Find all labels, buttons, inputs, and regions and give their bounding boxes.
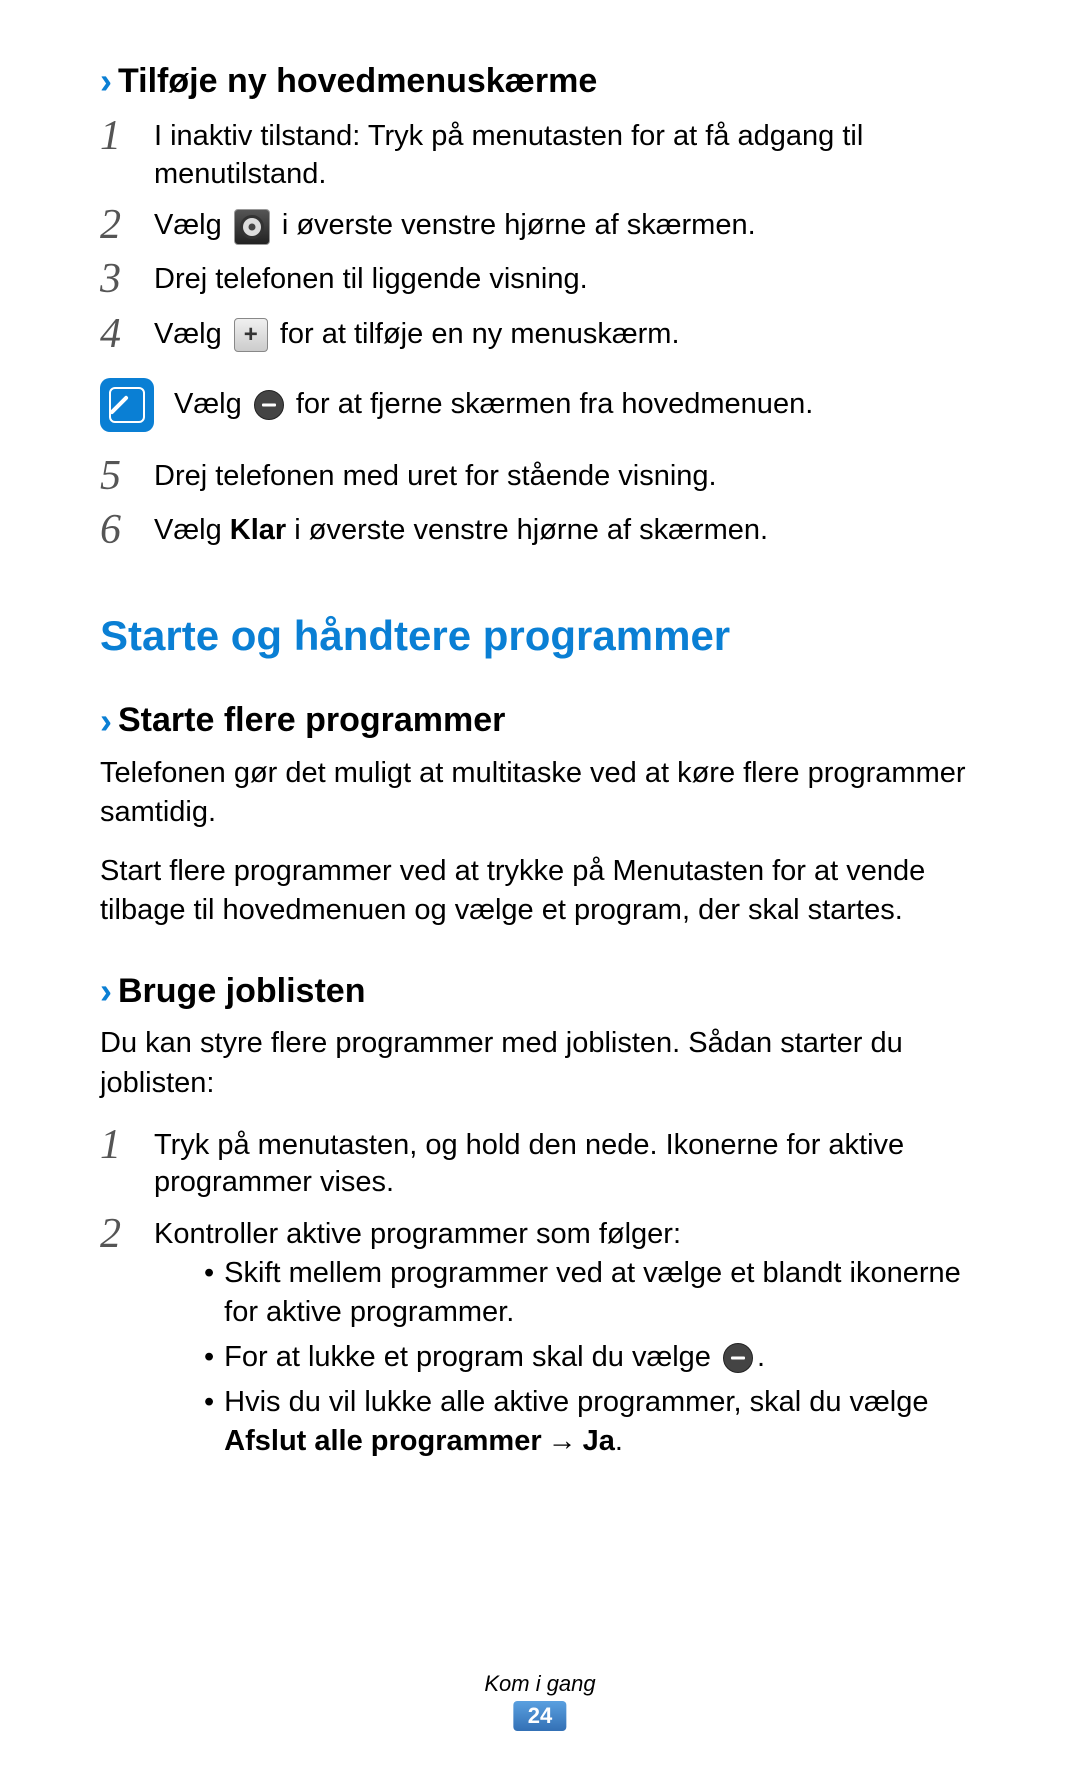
- text-part: Vælg: [174, 388, 242, 420]
- step-text: Vælg + for at tilføje en ny menuskærm.: [154, 312, 980, 354]
- text-part: Kontroller aktive programmer som følger:: [154, 1216, 980, 1254]
- text-part: For at lukke et program skal du vælge: [224, 1341, 711, 1373]
- text-part: i øverste venstre hjørne af skærmen.: [286, 514, 768, 546]
- text-part: Vælg: [154, 514, 230, 546]
- paragraph: Telefonen gør det muligt at multitaske v…: [100, 754, 980, 832]
- step-text: Tryk på menutasten, og hold den nede. Ik…: [154, 1123, 980, 1202]
- text-bold: Ja: [583, 1425, 615, 1457]
- pen-icon: [109, 387, 145, 423]
- step-number: 2: [100, 203, 148, 247]
- section-heading-add-menu: › Tilføje ny hovedmenuskærme: [100, 60, 980, 102]
- chevron-icon: ›: [100, 970, 112, 1012]
- footer-chapter: Kom i gang: [484, 1671, 595, 1697]
- step-1: 1 I inaktiv tilstand: Tryk på menutasten…: [100, 114, 980, 193]
- step-text: Vælg i øverste venstre hjørne af skærmen…: [154, 203, 980, 245]
- text-part: Vælg: [154, 318, 222, 350]
- bullet-dot: •: [204, 1254, 214, 1332]
- step-5: 5 Drej telefonen med uret for stående vi…: [100, 454, 980, 498]
- heading-text: Tilføje ny hovedmenuskærme: [118, 62, 597, 101]
- text-part: for at tilføje en ny menuskærm.: [280, 318, 680, 350]
- note-box: Vælg for at fjerne skærmen fra hovedmenu…: [100, 378, 980, 432]
- step-1: 1 Tryk på menutasten, og hold den nede. …: [100, 1123, 980, 1202]
- step-list: 1 Tryk på menutasten, og hold den nede. …: [100, 1123, 980, 1468]
- text-bold: Klar: [230, 514, 286, 546]
- text-part: i øverste venstre hjørne af skærmen.: [282, 209, 756, 241]
- gear-icon: [234, 209, 270, 245]
- step-3: 3 Drej telefonen til liggende visning.: [100, 257, 980, 301]
- step-list: 5 Drej telefonen med uret for stående vi…: [100, 454, 980, 552]
- step-2: 2 Kontroller aktive programmer som følge…: [100, 1212, 980, 1467]
- chevron-icon: ›: [100, 700, 112, 742]
- section-heading-joblist: › Bruge joblisten: [100, 970, 980, 1012]
- step-number: 1: [100, 1123, 148, 1167]
- step-number: 3: [100, 257, 148, 301]
- text-part: .: [757, 1341, 765, 1373]
- step-text: Drej telefonen med uret for stående visn…: [154, 454, 980, 496]
- bullet-text: For at lukke et program skal du vælge .: [224, 1338, 765, 1377]
- step-list: 1 I inaktiv tilstand: Tryk på menutasten…: [100, 114, 980, 356]
- footer: Kom i gang 24: [484, 1671, 595, 1731]
- step-2: 2 Vælg i øverste venstre hjørne af skærm…: [100, 203, 980, 247]
- bullet-dot: •: [204, 1383, 214, 1461]
- minus-icon: [254, 390, 284, 420]
- heading-text: Bruge joblisten: [118, 972, 365, 1011]
- heading-text: Starte flere programmer: [118, 701, 505, 740]
- bullet-item: • For at lukke et program skal du vælge …: [204, 1338, 980, 1377]
- bullet-text: Hvis du vil lukke alle aktive programmer…: [224, 1383, 980, 1461]
- paragraph: Du kan styre flere programmer med joblis…: [100, 1024, 980, 1102]
- plus-icon: +: [234, 318, 268, 352]
- step-text: I inaktiv tilstand: Tryk på menutasten f…: [154, 114, 980, 193]
- note-text: Vælg for at fjerne skærmen fra hovedmenu…: [174, 386, 813, 424]
- paragraph: Start flere programmer ved at trykke på …: [100, 852, 980, 930]
- minus-icon: [723, 1343, 753, 1373]
- note-icon: [100, 378, 154, 432]
- step-number: 5: [100, 454, 148, 498]
- step-6: 6 Vælg Klar i øverste venstre hjørne af …: [100, 508, 980, 552]
- arrow-icon: →: [548, 1425, 577, 1457]
- bullet-text: Skift mellem programmer ved at vælge et …: [224, 1254, 980, 1332]
- step-4: 4 Vælg + for at tilføje en ny menuskærm.: [100, 312, 980, 356]
- text-part: Hvis du vil lukke alle aktive programmer…: [224, 1386, 928, 1418]
- step-text: Vælg Klar i øverste venstre hjørne af sk…: [154, 508, 980, 550]
- step-text: Kontroller aktive programmer som følger:…: [154, 1212, 980, 1467]
- text-bold: Afslut alle programmer: [224, 1425, 541, 1457]
- chevron-icon: ›: [100, 60, 112, 102]
- step-number: 4: [100, 312, 148, 356]
- bullet-item: • Hvis du vil lukke alle aktive programm…: [204, 1383, 980, 1461]
- step-text: Drej telefonen til liggende visning.: [154, 257, 980, 299]
- text-part: for at fjerne skærmen fra hovedmenuen.: [296, 388, 813, 420]
- text-part: .: [615, 1425, 623, 1457]
- text-part: Vælg: [154, 209, 222, 241]
- bullet-item: • Skift mellem programmer ved at vælge e…: [204, 1254, 980, 1332]
- bullet-dot: •: [204, 1338, 214, 1377]
- step-number: 2: [100, 1212, 148, 1256]
- section-heading-start-multiple: › Starte flere programmer: [100, 700, 980, 742]
- step-number: 6: [100, 508, 148, 552]
- step-number: 1: [100, 114, 148, 158]
- main-heading: Starte og håndtere programmer: [100, 612, 980, 660]
- footer-page-number: 24: [514, 1701, 566, 1731]
